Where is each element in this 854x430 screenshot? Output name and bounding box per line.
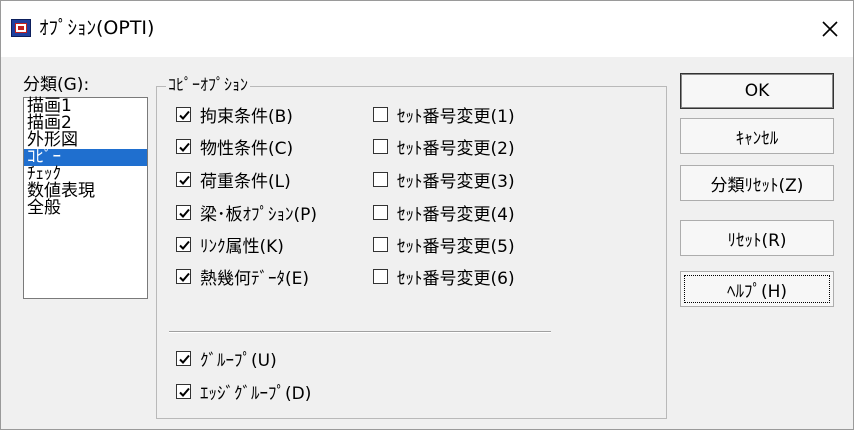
checkbox-box[interactable]: [176, 383, 191, 399]
checkbox-set-number-5[interactable]: ｾｯﾄ番号変更(5): [373, 234, 515, 257]
checkbox-box[interactable]: [176, 106, 191, 122]
copy-options-title: ｺﾋﾟｰｵﾌﾟｼｮﾝ: [166, 75, 251, 95]
options-dialog: ｵﾌﾟｼｮﾝ(OPTI) 分類(G): 描画1 描画2 外形図 ｺﾋﾟｰ ﾁｪｯ…: [0, 0, 854, 430]
app-icon: [11, 19, 31, 37]
checkbox-label: ｸﾞﾙｰﾌﾟ(U): [200, 350, 277, 371]
group-separator: [169, 331, 551, 333]
checkbox-set-number-3[interactable]: ｾｯﾄ番号変更(3): [373, 169, 515, 192]
checkbox-box[interactable]: [176, 204, 191, 220]
checkbox-label: 荷重条件(L): [200, 171, 291, 192]
check-icon: [179, 354, 190, 364]
checkbox-label: ｾｯﾄ番号変更(2): [397, 138, 515, 159]
checkbox-material[interactable]: 物性条件(C): [176, 136, 294, 159]
checkbox-set-number-2[interactable]: ｾｯﾄ番号変更(2): [373, 136, 515, 159]
checkbox-box[interactable]: [373, 138, 388, 154]
checkbox-box[interactable]: [373, 204, 388, 220]
checkbox-load[interactable]: 荷重条件(L): [176, 169, 291, 192]
close-button[interactable]: [807, 1, 853, 57]
checkbox-group[interactable]: ｸﾞﾙｰﾌﾟ(U): [176, 348, 277, 371]
checkbox-label: ｴｯｼﾞｸﾞﾙｰﾌﾟ(D): [200, 383, 312, 404]
checkbox-box[interactable]: [373, 268, 388, 284]
check-icon: [179, 387, 190, 397]
checkbox-box[interactable]: [373, 236, 388, 252]
checkbox-label: ﾘﾝｸ属性(K): [200, 236, 284, 257]
checkbox-thermal[interactable]: 熱幾何ﾃﾞｰﾀ(E): [176, 266, 310, 289]
checkbox-label: 拘束条件(B): [200, 106, 293, 127]
checkbox-box[interactable]: [176, 268, 191, 284]
checkbox-box[interactable]: [176, 236, 191, 252]
checkbox-set-number-6[interactable]: ｾｯﾄ番号変更(6): [373, 266, 515, 289]
check-icon: [179, 208, 190, 218]
checkbox-label: 梁･板ｵﾌﾟｼｮﾝ(P): [200, 204, 318, 225]
checkbox-beam-plate[interactable]: 梁･板ｵﾌﾟｼｮﾝ(P): [176, 202, 318, 225]
check-icon: [179, 110, 190, 120]
checkbox-label: ｾｯﾄ番号変更(1): [397, 106, 515, 127]
checkbox-edge-group[interactable]: ｴｯｼﾞｸﾞﾙｰﾌﾟ(D): [176, 381, 312, 404]
category-label: 分類(G):: [23, 75, 90, 95]
checkbox-label: 熱幾何ﾃﾞｰﾀ(E): [200, 268, 310, 289]
title-bar: ｵﾌﾟｼｮﾝ(OPTI): [1, 1, 853, 57]
check-icon: [179, 240, 190, 250]
checkbox-set-number-1[interactable]: ｾｯﾄ番号変更(1): [373, 104, 515, 127]
checkbox-label: ｾｯﾄ番号変更(6): [397, 268, 515, 289]
window-title: ｵﾌﾟｼｮﾝ(OPTI): [39, 17, 155, 39]
checkbox-label: ｾｯﾄ番号変更(4): [397, 204, 515, 225]
checkbox-box[interactable]: [373, 171, 388, 187]
help-button[interactable]: ﾍﾙﾌﾟ(H): [680, 271, 834, 307]
checkbox-label: ｾｯﾄ番号変更(3): [397, 171, 515, 192]
checkbox-constraint[interactable]: 拘束条件(B): [176, 104, 293, 127]
checkbox-box[interactable]: [373, 106, 388, 122]
reset-button[interactable]: ﾘｾｯﾄ(R): [680, 220, 834, 256]
check-icon: [179, 272, 190, 282]
check-icon: [179, 175, 190, 185]
checkbox-label: ｾｯﾄ番号変更(5): [397, 236, 515, 257]
category-reset-button[interactable]: 分類ﾘｾｯﾄ(Z): [680, 165, 834, 201]
checkbox-box[interactable]: [176, 171, 191, 187]
check-icon: [179, 142, 190, 152]
cancel-button[interactable]: ｷｬﾝｾﾙ: [680, 118, 834, 154]
checkbox-box[interactable]: [176, 350, 191, 366]
close-icon: [822, 21, 838, 37]
checkbox-label: 物性条件(C): [200, 138, 294, 159]
category-listbox[interactable]: 描画1 描画2 外形図 ｺﾋﾟｰ ﾁｪｯｸ 数値表現 全般: [23, 97, 148, 299]
checkbox-link[interactable]: ﾘﾝｸ属性(K): [176, 234, 284, 257]
category-item[interactable]: 全般: [24, 200, 147, 217]
checkbox-set-number-4[interactable]: ｾｯﾄ番号変更(4): [373, 202, 515, 225]
ok-button[interactable]: OK: [680, 73, 834, 109]
checkbox-box[interactable]: [176, 138, 191, 154]
